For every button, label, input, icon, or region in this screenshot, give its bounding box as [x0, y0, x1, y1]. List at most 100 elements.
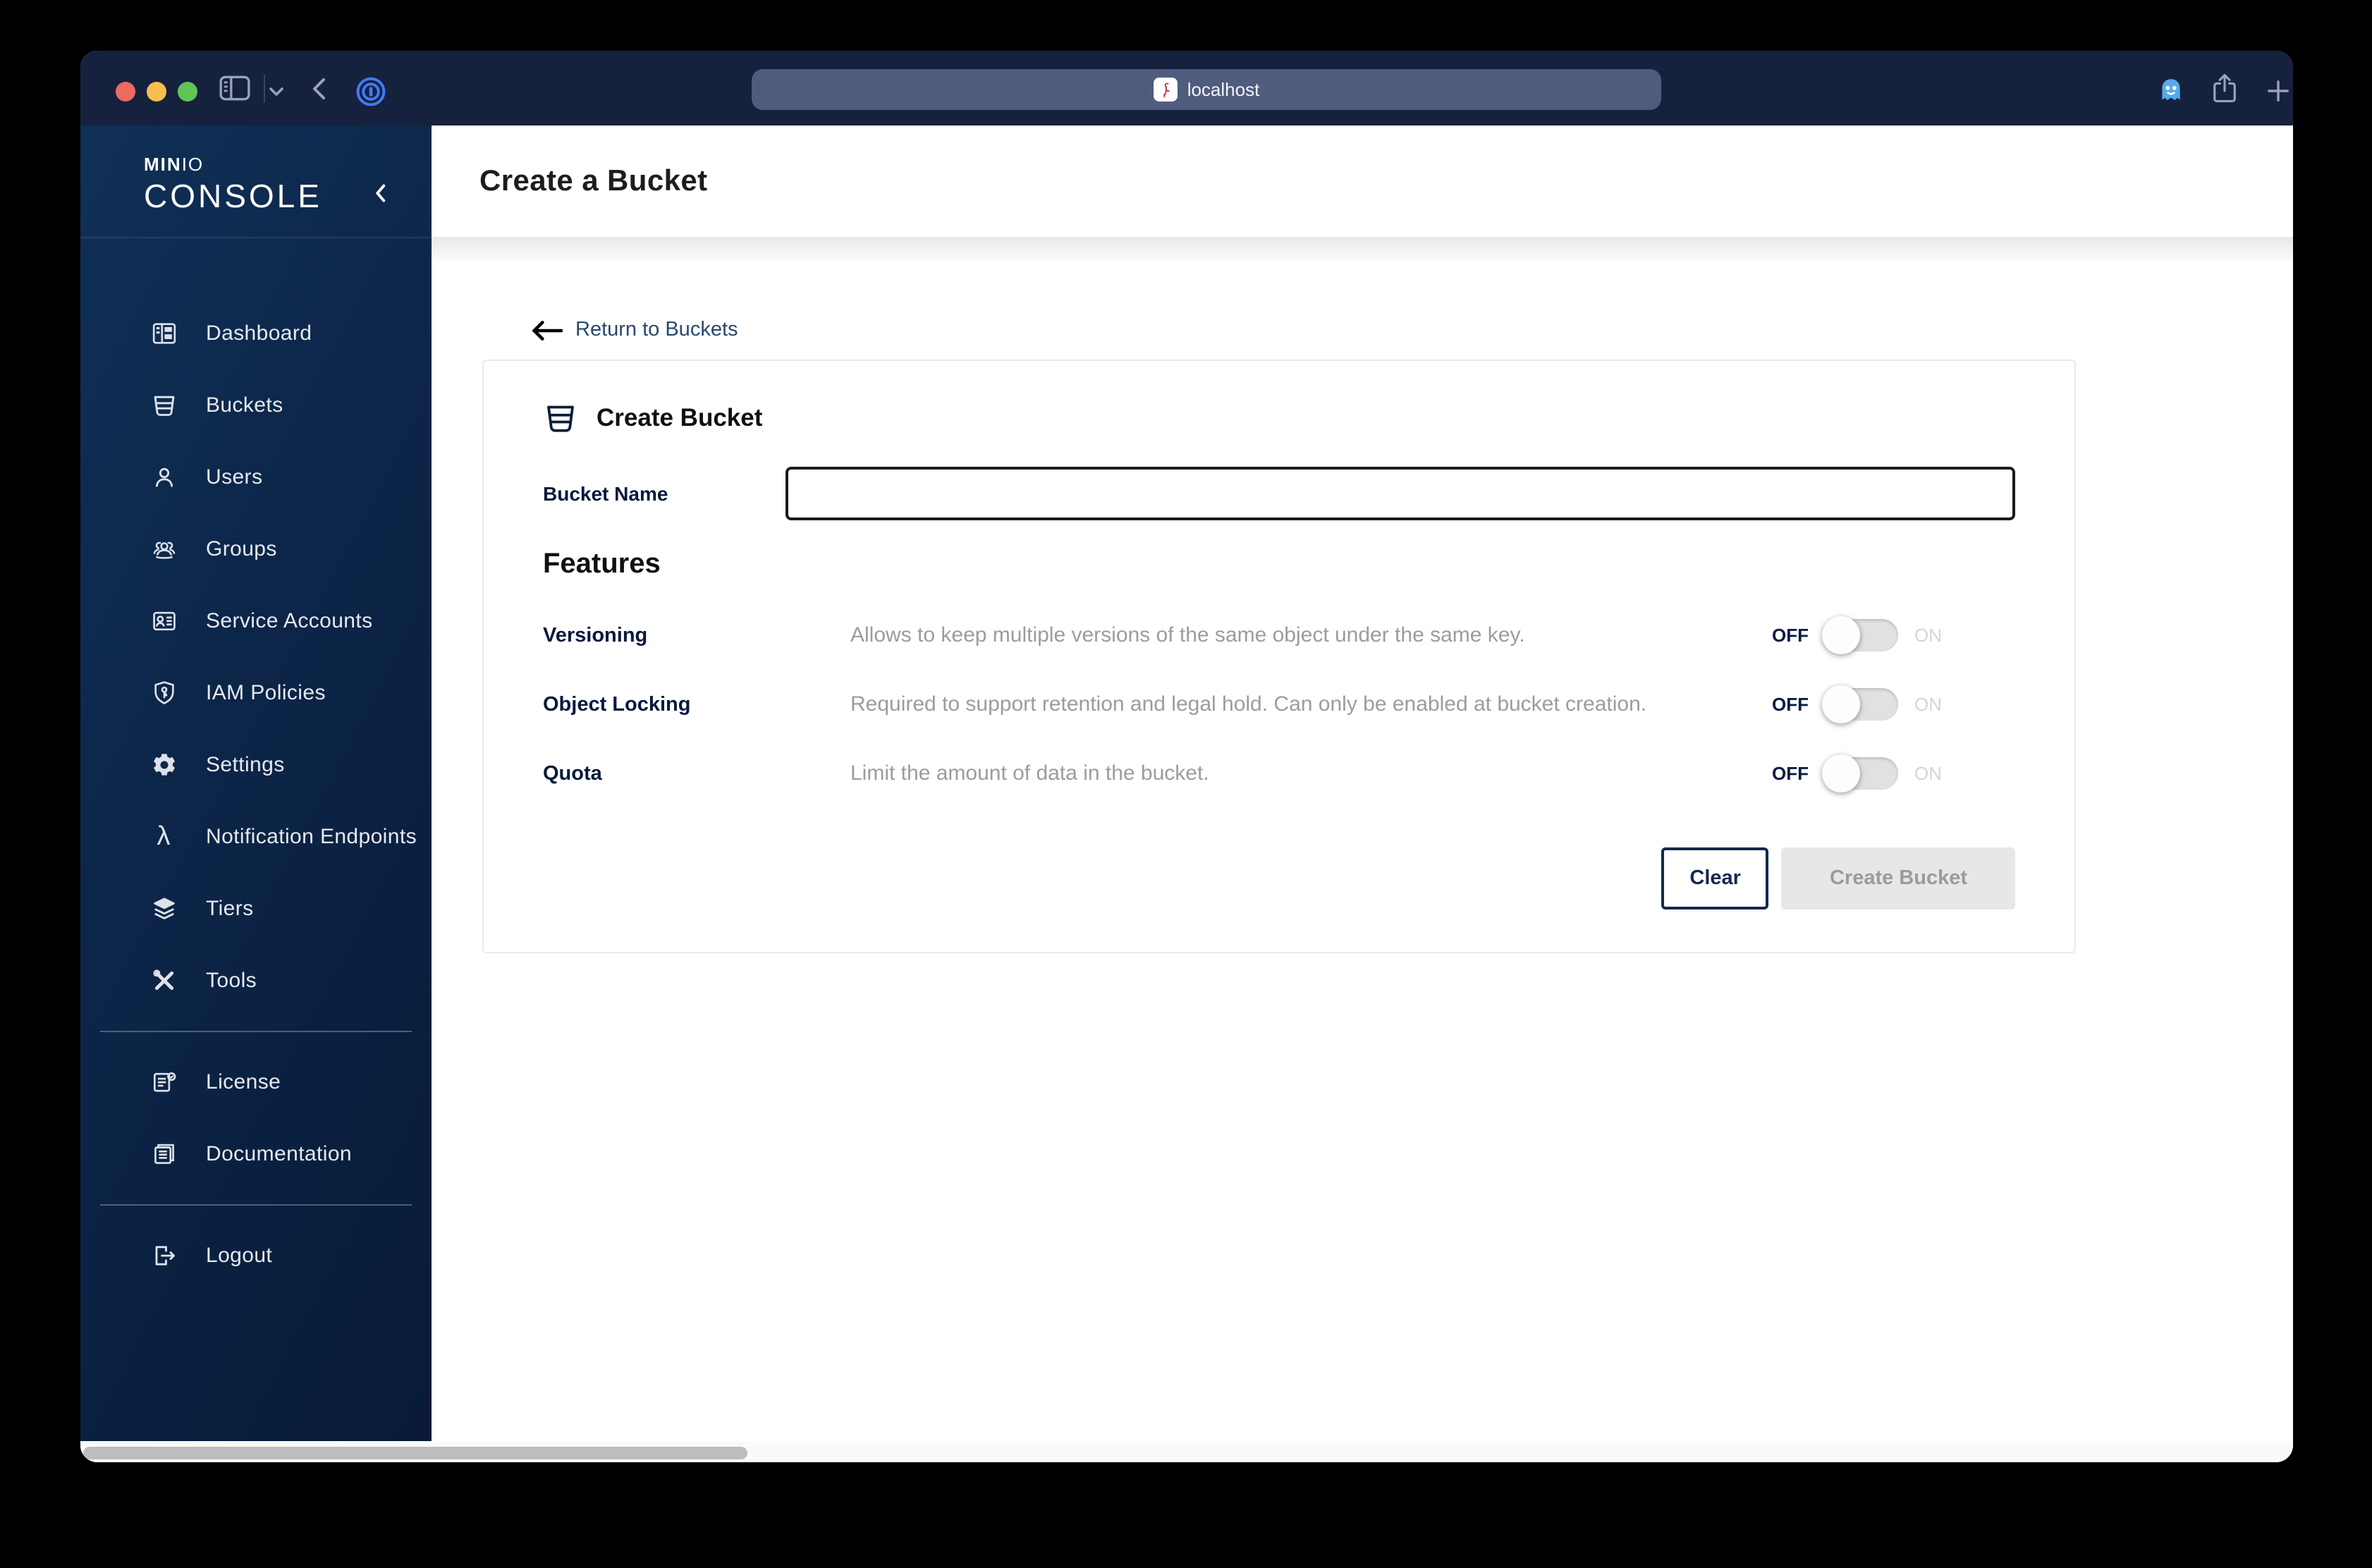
sidebar-item-label: License [206, 1070, 281, 1094]
minio-console-logo: MINIO CONSOLE [80, 125, 432, 238]
toolbar-separator [264, 75, 265, 103]
feature-label: Quota [543, 762, 602, 785]
bucket-icon [547, 405, 574, 432]
layers-icon [149, 895, 178, 923]
tab-chevron-down-icon[interactable] [269, 87, 283, 96]
sidebar-item-buckets[interactable]: Buckets [80, 369, 432, 441]
license-icon [149, 1068, 178, 1096]
brand-bold: MIN [144, 154, 182, 175]
sidebar-item-tiers[interactable]: Tiers [80, 873, 432, 945]
object-locking-toggle-cluster: OFF ON [1772, 685, 1942, 723]
minio-brand: MINIO [144, 155, 432, 173]
page-title: Create a Bucket [479, 164, 708, 197]
sidebar-item-label: Logout [206, 1244, 273, 1268]
zoom-window-button[interactable] [178, 82, 197, 102]
gear-icon [149, 751, 178, 779]
versioning-toggle-cluster: OFF ON [1772, 616, 1942, 654]
sidebar-item-documentation[interactable]: Documentation [80, 1118, 432, 1190]
page-header: Create a Bucket [432, 125, 2293, 237]
feature-description: Allows to keep multiple versions of the … [850, 623, 1525, 647]
sidebar-item-label: Documentation [206, 1142, 352, 1166]
sidebar-item-groups[interactable]: Groups [80, 513, 432, 585]
sidebar-item-label: Dashboard [206, 321, 312, 345]
lambda-icon: λ [157, 822, 171, 852]
feature-row-object-locking: Object Locking Required to support reten… [543, 670, 2015, 739]
return-to-buckets-link[interactable]: Return to Buckets [530, 319, 738, 341]
card-actions: Clear Create Bucket [543, 847, 2015, 909]
sidebar-item-service-accounts[interactable]: Service Accounts [80, 585, 432, 657]
back-arrow-icon [532, 320, 563, 340]
features-heading: Features [543, 549, 661, 580]
browser-window: localhost MINIO CONSOLE Dashboard Bucket… [80, 51, 2293, 1462]
logout-icon [149, 1242, 178, 1270]
brand-light: IO [181, 154, 204, 175]
sidebar-menu: Dashboard Buckets Users Groups Service A… [80, 298, 432, 1292]
share-icon[interactable] [2211, 72, 2238, 104]
sidebar-collapse-chevron-icon[interactable] [374, 182, 386, 212]
feature-row-versioning: Versioning Allows to keep multiple versi… [543, 601, 2015, 670]
versioning-toggle[interactable] [1821, 616, 1897, 654]
back-chevron-icon[interactable] [312, 78, 326, 100]
card-title-row: Create Bucket [543, 400, 2015, 436]
quota-toggle-cluster: OFF ON [1772, 754, 1942, 792]
feature-description: Limit the amount of data in the bucket. [850, 761, 1209, 785]
sidebar-item-notification-endpoints[interactable]: λ Notification Endpoints [80, 801, 432, 873]
console-wordmark: CONSOLE [144, 178, 322, 214]
return-to-buckets-label: Return to Buckets [575, 319, 738, 341]
page-body: Return to Buckets Create Bucket Bucket N… [432, 261, 2293, 1441]
id-card-icon [149, 607, 178, 635]
sidebar-item-label: Tiers [206, 897, 254, 921]
sidebar-item-label: Notification Endpoints [206, 825, 417, 849]
sidebar-item-license[interactable]: License [80, 1046, 432, 1118]
sidebar-item-tools[interactable]: Tools [80, 945, 432, 1017]
documentation-icon [149, 1140, 178, 1168]
sidebar-item-dashboard[interactable]: Dashboard [80, 298, 432, 369]
close-window-button[interactable] [116, 82, 135, 102]
bucket-name-input[interactable] [785, 467, 2015, 520]
sidebar-item-label: Settings [206, 753, 285, 777]
toggle-on-label: ON [1914, 625, 1942, 646]
minimize-window-button[interactable] [147, 82, 166, 102]
ghostery-icon[interactable] [2156, 76, 2186, 106]
sidebar-item-iam-policies[interactable]: IAM Policies [80, 657, 432, 729]
sidebar-item-label: Groups [206, 537, 277, 561]
onepassword-icon[interactable] [355, 76, 386, 107]
sidebar-divider [100, 1031, 412, 1032]
sidebar-item-label: Tools [206, 969, 257, 993]
sidebar-item-settings[interactable]: Settings [80, 729, 432, 801]
bucket-icon [149, 391, 178, 419]
card-title: Create Bucket [597, 403, 763, 431]
dashboard-icon [149, 319, 178, 348]
toggle-knob [1821, 754, 1859, 792]
new-tab-plus-icon[interactable] [2266, 79, 2290, 103]
bucket-name-label: Bucket Name [543, 482, 668, 505]
minio-flamingo-icon [1153, 78, 1178, 102]
shield-key-icon [149, 679, 178, 707]
horizontal-scrollbar-thumb[interactable] [83, 1447, 747, 1459]
feature-description: Required to support retention and legal … [850, 692, 1647, 716]
address-bar[interactable]: localhost [752, 69, 1661, 110]
object-locking-toggle[interactable] [1821, 685, 1897, 723]
feature-row-quota: Quota Limit the amount of data in the bu… [543, 739, 2015, 808]
toggle-off-label: OFF [1772, 763, 1809, 784]
sidebar-item-logout[interactable]: Logout [80, 1220, 432, 1292]
horizontal-scrollbar [80, 1441, 2293, 1462]
create-bucket-card: Create Bucket Bucket Name Features Versi… [482, 360, 2076, 953]
create-bucket-button[interactable]: Create Bucket [1781, 847, 2015, 909]
sidebar-divider [100, 1204, 412, 1206]
group-icon [149, 535, 178, 563]
quota-toggle[interactable] [1821, 754, 1897, 792]
sidebar-item-users[interactable]: Users [80, 441, 432, 513]
toggle-off-label: OFF [1772, 694, 1809, 715]
user-icon [149, 463, 178, 491]
header-shadow [432, 237, 2293, 261]
feature-rows: Versioning Allows to keep multiple versi… [543, 601, 2015, 808]
sidebar-toggle-icon[interactable] [219, 75, 251, 102]
desktop-background: localhost MINIO CONSOLE Dashboard Bucket… [0, 0, 2372, 1568]
sidebar-item-label: IAM Policies [206, 681, 326, 705]
clear-button[interactable]: Clear [1661, 847, 1769, 909]
sidebar-item-label: Buckets [206, 393, 283, 417]
browser-titlebar: localhost [80, 51, 2293, 125]
bucket-name-row: Bucket Name [543, 467, 2015, 520]
toggle-on-label: ON [1914, 763, 1942, 784]
